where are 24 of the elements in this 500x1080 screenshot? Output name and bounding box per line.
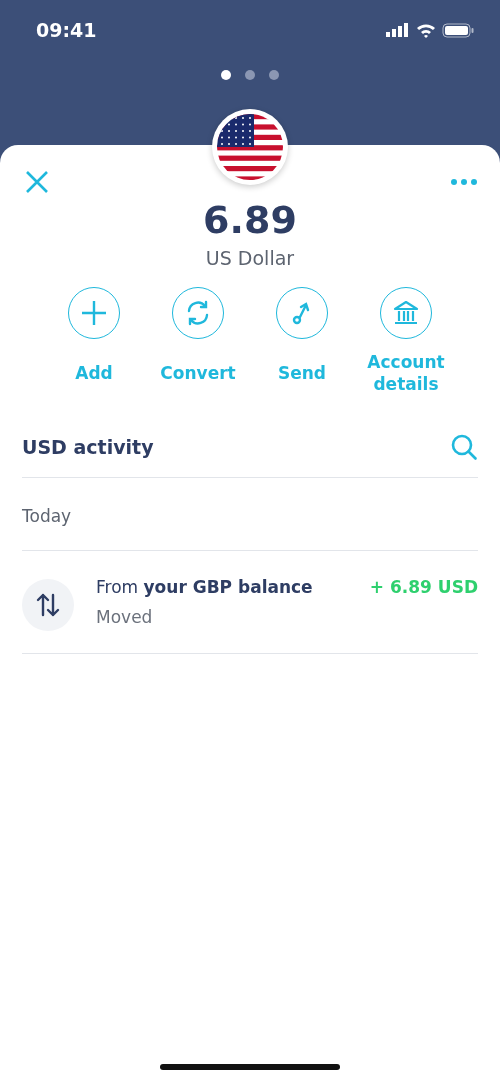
action-label[interactable]: Account details <box>361 343 451 403</box>
signal-icon <box>386 23 410 37</box>
battery-icon <box>442 22 474 38</box>
action-label[interactable]: Add <box>75 343 113 403</box>
balance-amount: 6.89 <box>202 197 298 243</box>
page-dot[interactable] <box>269 70 279 80</box>
search-button[interactable] <box>450 433 478 461</box>
action-label[interactable]: Send <box>277 343 326 403</box>
close-button[interactable] <box>24 169 50 195</box>
bank-icon <box>392 299 420 327</box>
transfer-icon <box>22 579 74 631</box>
plus-icon <box>80 299 108 327</box>
status-time: 09:41 <box>36 19 97 41</box>
action-label[interactable]: Convert <box>160 343 236 403</box>
transaction-type: Moved <box>96 607 154 627</box>
wifi-icon <box>416 22 436 38</box>
date-header: Today <box>22 506 72 526</box>
page-dot[interactable] <box>221 70 231 80</box>
section-title: USD activity <box>22 436 154 458</box>
more-button[interactable] <box>450 178 478 186</box>
page-dot[interactable] <box>245 70 255 80</box>
transaction-title[interactable]: From your GBP balance <box>96 577 370 597</box>
transaction-amount: + 6.89 USD <box>369 577 478 597</box>
currency-name: US Dollar <box>204 247 296 269</box>
